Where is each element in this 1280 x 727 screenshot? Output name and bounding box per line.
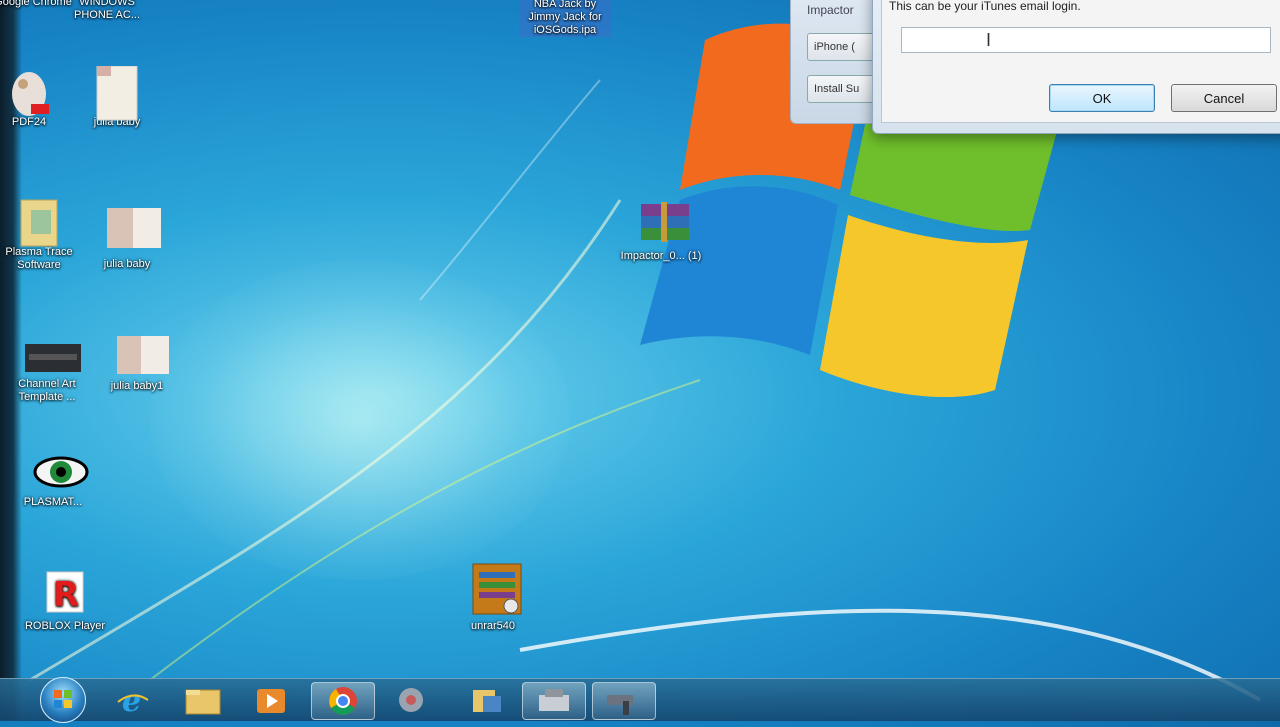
desktop-icon-julia-baby[interactable]: julia baby [72,65,162,129]
icon-label: ROBLOX Player [24,620,106,632]
icon-label: Channel Art Template ... [18,378,76,403]
file-explorer-icon[interactable] [172,682,234,718]
document-icon [95,65,139,121]
icon-label: julia baby1 [110,380,164,392]
email-field[interactable] [901,27,1271,53]
desktop-icon-channel-art[interactable]: Channel Art Template ... [2,344,92,404]
app-icon-3[interactable] [522,682,586,720]
text-cursor-icon: I [986,30,992,50]
image-icon [115,336,169,376]
icon-label: unrar540 [470,620,516,632]
taskbar: e [0,677,1280,723]
start-button[interactable] [40,677,86,723]
pdf24-icon [7,66,51,116]
roblox-icon: R [43,570,87,616]
icon-label: Impactor_0... (1) [620,250,702,262]
icon-label: Plasma Trace Software [5,246,73,271]
desktop-icon-windows-phone[interactable]: WINDOWS PHONE AC... [62,0,152,22]
media-player-icon[interactable] [240,682,302,718]
svg-text:e: e [122,684,141,718]
desktop-icon-plasmat[interactable]: PLASMAT... [8,446,98,509]
icon-label: PLASMAT... [23,496,83,508]
icon-label: julia baby [103,258,151,270]
apple-id-prompt-dialog[interactable]: This can be your iTunes email login. I O… [872,0,1280,134]
desktop-icon-julia-baby-2[interactable]: julia baby [82,208,172,271]
icon-label: NBA Jack by Jimmy Jack for iOSGods.ipa [528,0,602,36]
image-icon [105,208,161,254]
app-icon[interactable] [380,682,442,718]
cancel-button[interactable]: Cancel [1171,84,1277,112]
eye-icon [31,446,89,492]
ok-button[interactable]: OK [1049,84,1155,112]
desktop-icon-pdf24[interactable]: PDF24 [0,66,74,129]
installer-icon [471,562,522,616]
app-icon-4[interactable] [592,682,656,720]
desktop-icon-impactor-archive[interactable]: Impactor_0... (1) [616,200,706,263]
image-icon [25,344,81,374]
app-icon-2[interactable] [455,682,517,718]
desktop-icon-roblox[interactable]: R ROBLOX Player [20,570,110,633]
dialog-prompt: This can be your iTunes email login. [889,0,1081,13]
icon-label: WINDOWS PHONE AC... [73,0,141,21]
desktop-icon-plasma-trace[interactable]: Plasma Trace Software [0,196,84,272]
internet-explorer-icon[interactable]: e [102,682,164,719]
desktop-icon-ipa-file[interactable]: NBA Jack by Jimmy Jack for iOSGods.ipa [519,0,611,37]
desktop-icon-julia-baby-1[interactable]: julia baby1 [92,336,182,393]
desktop-icon-unrar[interactable]: unrar540 [448,562,538,633]
svg-text:R: R [53,575,79,615]
chrome-icon[interactable] [311,682,375,720]
window-title: Impactor [807,3,854,17]
winrar-archive-icon [639,200,689,246]
folder-icon [17,196,61,247]
